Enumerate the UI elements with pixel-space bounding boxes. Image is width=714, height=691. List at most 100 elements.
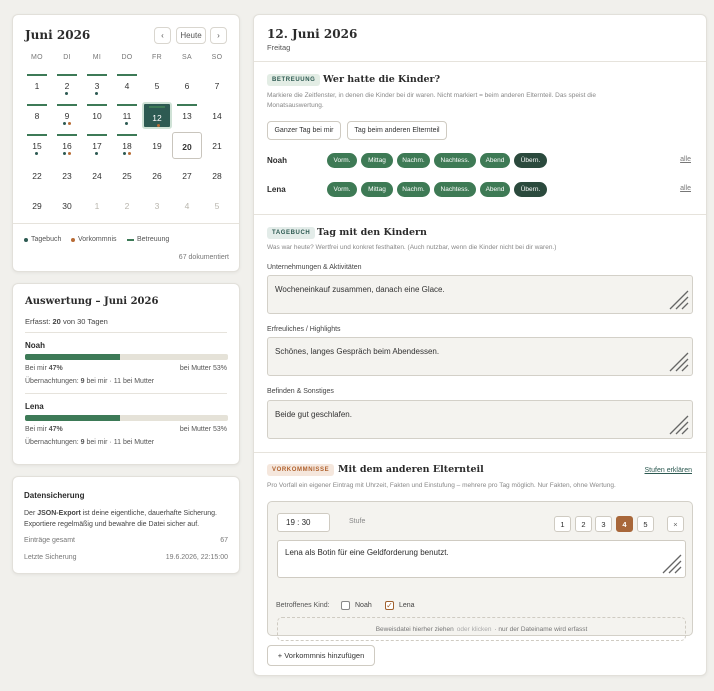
day-number: 15 [32,141,42,151]
calendar-day[interactable]: 17 [82,132,112,159]
calendar-day[interactable]: 12 [142,102,172,129]
highlights-textarea[interactable]: Schönes, langes Gespräch beim Abendessen… [267,337,693,376]
calendar-day[interactable]: 7 [202,72,232,99]
level-3-button[interactable]: 3 [595,516,612,532]
whole-day-other-button[interactable]: Tag beim anderen Elternteil [347,121,447,140]
calendar-day[interactable]: 19 [142,132,172,159]
calendar-day[interactable]: 5 [202,192,232,219]
day-number: 9 [64,111,70,121]
calendar-day[interactable]: 28 [202,162,232,189]
calendar-day[interactable]: 15 [22,132,52,159]
care-desc-2: Monatsauswertung. [267,102,324,109]
care-slot-toggle[interactable]: Abend [480,153,510,168]
calendar-day[interactable]: 13 [172,102,202,129]
calendar-day[interactable]: 8 [22,102,52,129]
calendar-day[interactable]: 26 [142,162,172,189]
resize-grip-icon[interactable] [661,553,683,575]
add-incident-button[interactable]: + Vorkommnis hinzufügen [267,645,375,666]
calendar-day[interactable]: 18 [112,132,142,159]
explain-levels-link[interactable]: Stufen erklären [645,467,692,474]
care-slot-toggle[interactable]: Abend [480,182,510,197]
wellbeing-value: Beide gut geschlafen. [275,410,352,419]
calendar-day[interactable]: 20 [172,132,202,159]
calendar-day[interactable]: 6 [172,72,202,99]
day-number: 3 [94,81,100,91]
betreuung-bar-icon [57,74,77,76]
divider [254,452,706,453]
prev-month-button[interactable]: ‹ [154,27,171,44]
resize-grip-icon[interactable] [668,289,690,311]
divider [254,214,706,215]
calendar-day[interactable]: 4 [172,192,202,219]
evidence-dropzone[interactable]: Beweisdatei hierher ziehen oder klicken · … [277,617,686,641]
calendar-day[interactable]: 4 [112,72,142,99]
time-input[interactable]: 19 : 30 [277,513,330,532]
calendar-day[interactable]: 2 [52,72,82,99]
day-number: 16 [62,141,72,151]
share-mother: bei Mutter 53% [179,426,227,433]
share-mother: bei Mutter 53% [179,365,227,372]
captured-value: 20 [52,317,61,326]
care-slot-toggle[interactable]: Übern. [514,153,547,168]
wellbeing-textarea[interactable]: Beide gut geschlafen. [267,400,693,439]
calendar-day[interactable]: 11 [112,102,142,129]
calendar-day[interactable]: 1 [82,192,112,219]
noah-checkbox[interactable] [341,601,350,610]
tagebuch-dot-icon [63,122,66,125]
lena-checkbox[interactable]: ✓ [385,601,394,610]
calendar-day[interactable]: 27 [172,162,202,189]
calendar-day[interactable]: 29 [22,192,52,219]
care-slot-toggle[interactable]: Mittag [361,153,393,168]
remove-entry-button[interactable]: × [667,516,684,532]
backup-title: Datensicherung [24,491,85,500]
calendar-day[interactable]: 9 [52,102,82,129]
calendar-day[interactable]: 5 [142,72,172,99]
today-button[interactable]: Heute [176,27,206,44]
highlights-label: Erfreuliches / Highlights [267,326,341,333]
stats-child-name: Lena [25,402,44,411]
calendar-day[interactable]: 10 [82,102,112,129]
activities-textarea[interactable]: Wocheneinkauf zusammen, danach eine Glac… [267,275,693,314]
calendar-day[interactable]: 22 [22,162,52,189]
care-slot-toggle[interactable]: Mittag [361,182,393,197]
next-month-button[interactable]: › [210,27,227,44]
day-detail-card: 12. Juni 2026 Freitag BETREUUNG Wer hatt… [253,14,707,676]
resize-grip-icon[interactable] [668,414,690,436]
calendar-day[interactable]: 25 [112,162,142,189]
level-4-button[interactable]: 4 [616,516,633,532]
select-all-link[interactable]: alle [680,156,691,163]
calendar-day[interactable]: 3 [142,192,172,219]
diary-description: Was war heute? Wertfrei und konkret fest… [267,244,557,251]
calendar-day[interactable]: 16 [52,132,82,159]
select-all-link[interactable]: alle [680,185,691,192]
care-slot-toggle[interactable]: Nachtess. [434,182,476,197]
day-number: 10 [92,111,102,121]
care-slot-toggle[interactable]: Nachtess. [434,153,476,168]
calendar-day[interactable]: 14 [202,102,232,129]
incident-entry: 19 : 30 Stufe 12345 × Lena als Botin für… [267,501,693,641]
level-1-button[interactable]: 1 [554,516,571,532]
care-slot-toggle[interactable]: Nachm. [397,182,430,197]
calendar-day[interactable]: 21 [202,132,232,159]
incident-textarea[interactable]: Lena als Botin für eine Geldforderung be… [277,540,686,578]
calendar-day[interactable]: 24 [82,162,112,189]
divider [254,61,706,62]
care-slot-toggle[interactable]: Vorm. [327,182,357,197]
whole-day-me-button[interactable]: Ganzer Tag bei mir [267,121,341,140]
care-slot-toggle[interactable]: Nachm. [397,153,430,168]
day-number: 7 [214,81,220,91]
entries-label: Einträge gesamt [24,537,75,544]
level-5-button[interactable]: 5 [637,516,654,532]
calendar-day[interactable]: 23 [52,162,82,189]
calendar-day[interactable]: 2 [112,192,142,219]
care-slot-toggle[interactable]: Übern. [514,182,547,197]
care-child-name: Noah [267,156,287,165]
day-number: 1 [94,201,100,211]
calendar-day[interactable]: 3 [82,72,112,99]
level-2-button[interactable]: 2 [575,516,592,532]
calendar-day[interactable]: 1 [22,72,52,99]
resize-grip-icon[interactable] [668,351,690,373]
tagebuch-dot-icon [63,152,66,155]
care-slot-toggle[interactable]: Vorm. [327,153,357,168]
calendar-day[interactable]: 30 [52,192,82,219]
